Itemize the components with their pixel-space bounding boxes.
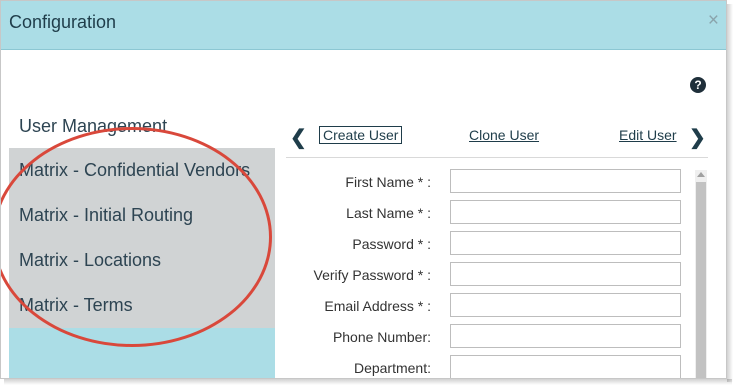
scroll-up-arrow-icon[interactable]	[697, 172, 705, 177]
form-row-last-name: Last Name * :	[287, 198, 692, 229]
scrollbar-thumb[interactable]	[696, 182, 706, 378]
phone-number-label: Phone Number:	[332, 329, 431, 345]
dialog-shadow-right	[727, 4, 733, 382]
tab-divider	[286, 157, 708, 158]
last-name-field[interactable]	[450, 200, 681, 224]
nav-item-terms[interactable]: Matrix - Terms	[9, 283, 275, 328]
password-field[interactable]	[450, 231, 681, 255]
chevron-left-icon[interactable]: ❮	[290, 125, 307, 150]
department-field[interactable]	[450, 355, 681, 378]
first-name-field[interactable]	[450, 169, 681, 193]
nav-item-initial-routing[interactable]: Matrix - Initial Routing	[9, 193, 275, 238]
dialog-shadow-bottom	[4, 379, 732, 385]
nav-item-locations[interactable]: Matrix - Locations	[9, 238, 275, 283]
nav-item-confidential-vendors[interactable]: Matrix - Confidential Vendors	[9, 148, 275, 193]
nav-item-user-management[interactable]: User Management	[9, 105, 275, 148]
verify-password-label: Verify Password * :	[313, 267, 432, 283]
first-name-label: First Name * :	[345, 174, 431, 190]
tab-edit-user[interactable]: Edit User	[619, 127, 677, 143]
config-nav: User Management Matrix - Confidential Ve…	[9, 105, 275, 378]
email-address-label: Email Address * :	[324, 298, 431, 314]
dialog-title-bar: Configuration ×	[1, 1, 726, 50]
form-row-email: Email Address * :	[287, 291, 692, 322]
email-address-field[interactable]	[450, 293, 681, 317]
phone-number-field[interactable]	[450, 324, 681, 348]
form-row-verify-password: Verify Password * :	[287, 260, 692, 291]
help-icon[interactable]: ?	[690, 77, 706, 93]
password-label: Password * :	[352, 236, 431, 252]
form-row-department: Department:	[287, 353, 692, 378]
user-tabs: ❮ Create User Clone User Edit User ❯	[287, 125, 707, 151]
tab-create-user[interactable]: Create User	[319, 126, 403, 144]
tab-clone-user[interactable]: Clone User	[469, 127, 539, 143]
nav-item-selected[interactable]	[9, 328, 275, 378]
form-row-password: Password * :	[287, 229, 692, 260]
department-label: Department:	[353, 360, 431, 376]
configuration-dialog: Configuration × ? User Management Matrix…	[0, 0, 727, 379]
dialog-title: Configuration	[9, 12, 117, 32]
form-row-phone: Phone Number:	[287, 322, 692, 353]
form-scrollbar[interactable]	[695, 170, 707, 378]
form-row-first-name: First Name * :	[287, 167, 692, 198]
chevron-right-icon[interactable]: ❯	[689, 125, 706, 150]
close-icon[interactable]: ×	[708, 10, 719, 32]
last-name-label: Last Name * :	[346, 205, 431, 221]
verify-password-field[interactable]	[450, 262, 681, 286]
